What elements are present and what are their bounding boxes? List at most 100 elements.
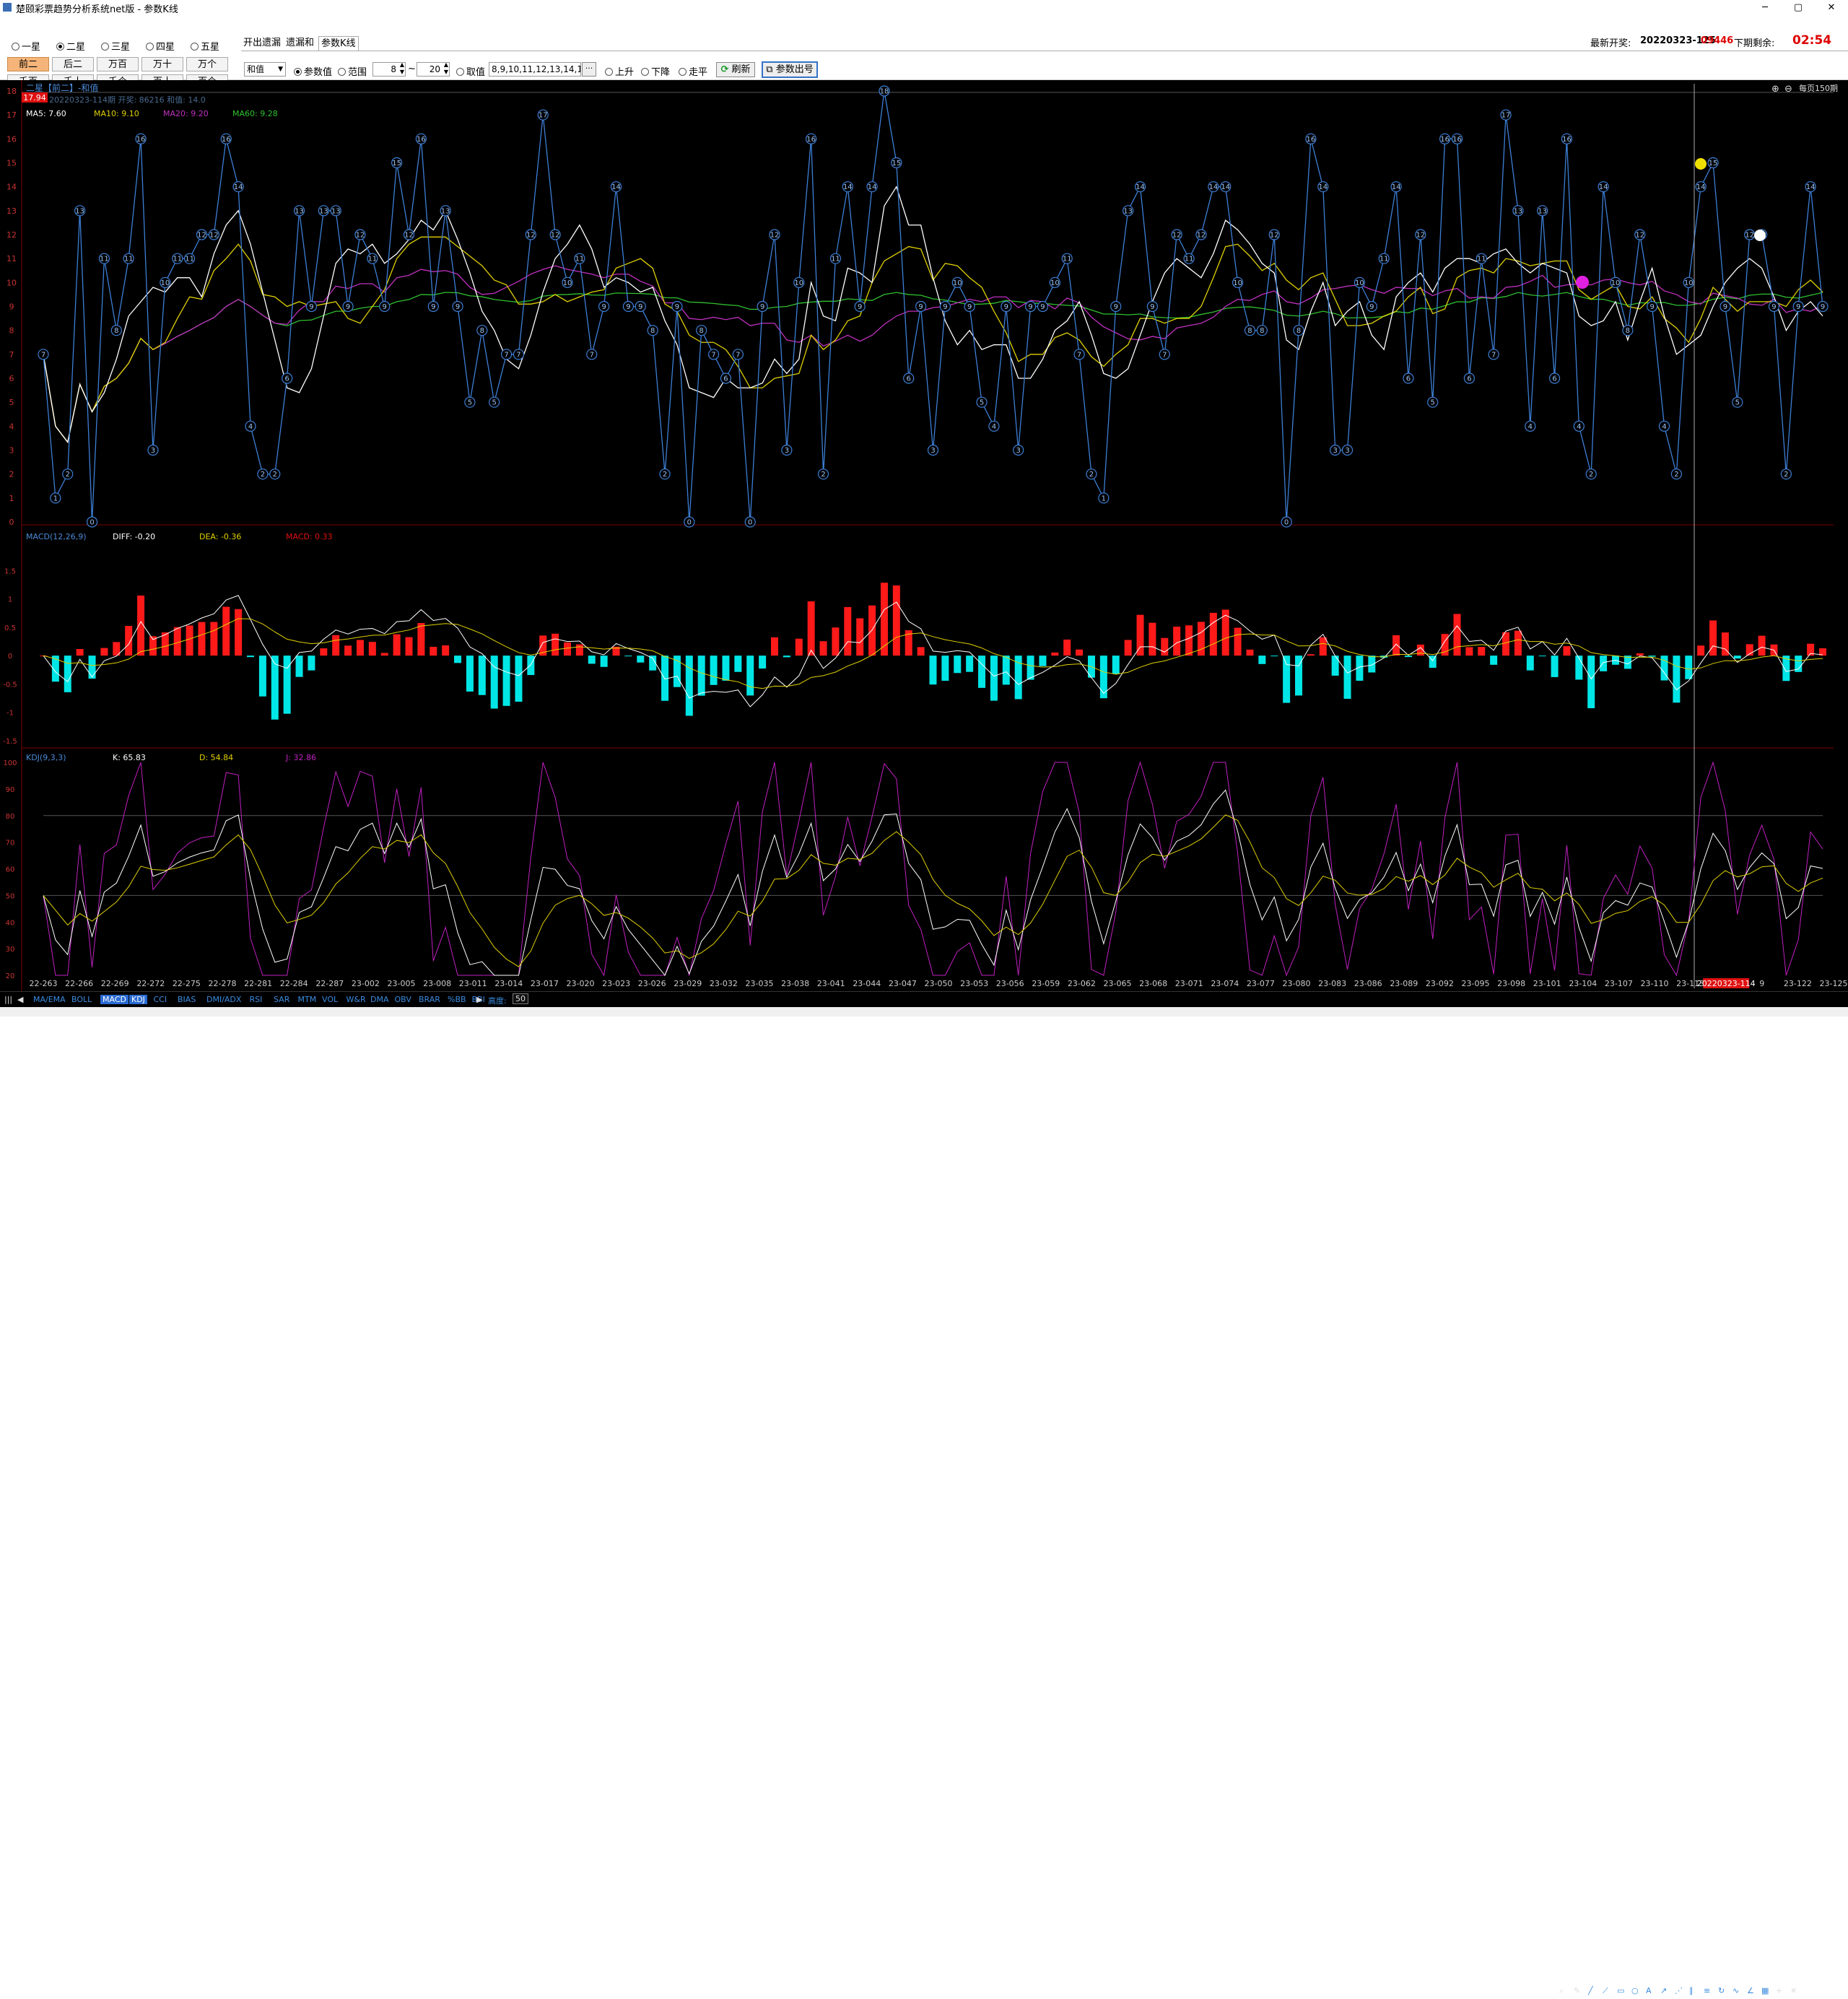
indicator-tab[interactable]: MACD bbox=[100, 995, 128, 1004]
kdj-tick-label: 60 bbox=[6, 866, 15, 874]
tab-missing-sum[interactable]: 遗漏和 bbox=[284, 36, 316, 51]
position-button[interactable]: 前二 bbox=[7, 57, 49, 71]
data-point-label: 5 bbox=[1735, 399, 1740, 407]
grid-icon[interactable]: ▦ bbox=[1761, 1986, 1769, 1995]
data-point-label: 9 bbox=[1028, 303, 1032, 311]
indicator-tab[interactable]: BRAR bbox=[419, 995, 440, 1004]
radio-param-value[interactable]: 参数值 bbox=[294, 64, 332, 78]
indicator-tab[interactable]: VOL bbox=[322, 995, 338, 1004]
y-tick-label: 0 bbox=[9, 518, 14, 527]
star-radio-4[interactable]: 四星 bbox=[146, 39, 175, 53]
data-point-label: 16 bbox=[1562, 136, 1572, 144]
text-icon[interactable]: A bbox=[1646, 1986, 1652, 1995]
indicator-tab[interactable]: DMI/ADX bbox=[206, 995, 241, 1004]
indicator-tab[interactable]: RSI bbox=[250, 995, 263, 1004]
macd-bar bbox=[966, 656, 974, 672]
tab-param-kline[interactable]: 参数K线 bbox=[318, 36, 359, 51]
search-icon[interactable]: ⌕ bbox=[1559, 1986, 1564, 1996]
data-point-label: 14 bbox=[868, 183, 877, 191]
channel-icon[interactable]: ∥ bbox=[1689, 1986, 1694, 1995]
right-arrow-icon[interactable]: ▶ bbox=[476, 995, 482, 1004]
range-to-stepper[interactable]: 20 ▲ ▼ bbox=[417, 61, 450, 77]
tab-missing[interactable]: 开出遗漏 bbox=[241, 36, 283, 51]
x-tick-label: 23-125 bbox=[1820, 979, 1848, 988]
macd-bar bbox=[454, 656, 462, 663]
kline-chart[interactable]: 0 1 2 3 4 5 6 7 8 9 10 11 12 13 14 15 16 17 18 7 1 2 13 0 11 8 11 1… bbox=[0, 80, 1848, 991]
data-point-label: 14 bbox=[234, 183, 243, 191]
data-point-label: 9 bbox=[1150, 303, 1154, 311]
star-radio-1[interactable]: 一星 bbox=[12, 39, 40, 53]
indicator-tab[interactable]: BOLL bbox=[71, 995, 92, 1004]
refresh-button[interactable]: ⟳ 刷新 bbox=[716, 62, 755, 77]
ray-icon[interactable]: ⟋ bbox=[1603, 1986, 1608, 1996]
kdj-tick-label: 50 bbox=[6, 892, 15, 900]
star-radio-2[interactable]: 二星 bbox=[56, 39, 85, 53]
indicator-tab[interactable]: MTM bbox=[298, 995, 317, 1004]
indicator-tab[interactable]: DMA bbox=[370, 995, 389, 1004]
position-button[interactable]: 万个 bbox=[186, 57, 228, 71]
indicator-tab[interactable]: OBV bbox=[395, 995, 411, 1004]
delete-icon[interactable]: ✕ bbox=[1790, 1986, 1797, 1995]
x-tick-label: 23-062 bbox=[1068, 979, 1096, 988]
star-label: 一星 bbox=[22, 42, 41, 53]
position-button[interactable]: 后二 bbox=[52, 57, 94, 71]
indicator-tab[interactable]: CCI bbox=[154, 995, 167, 1004]
indicator-tab[interactable]: W&R bbox=[346, 995, 366, 1004]
star-radio-3[interactable]: 三星 bbox=[101, 39, 130, 53]
data-point-label: 5 bbox=[1431, 399, 1435, 407]
close-button[interactable]: ✕ bbox=[1815, 0, 1848, 15]
cross-icon[interactable]: + bbox=[1776, 1986, 1782, 1995]
indicator-tab[interactable]: BIAS bbox=[178, 995, 196, 1004]
arrow-icon[interactable]: ↗ bbox=[1660, 1986, 1667, 1995]
radio-values[interactable]: 取值 bbox=[456, 64, 485, 78]
macd-bar bbox=[807, 601, 815, 656]
indicator-tab[interactable]: SAR bbox=[274, 995, 289, 1004]
kdj-tick-label: 20 bbox=[6, 972, 15, 980]
x-tick-label: 23-080 bbox=[1283, 979, 1311, 988]
position-button[interactable]: 万十 bbox=[141, 57, 183, 71]
radio-flat[interactable]: 走平 bbox=[679, 64, 707, 78]
maximize-button[interactable]: ▢ bbox=[1782, 0, 1815, 15]
j-label: J: 32.86 bbox=[285, 753, 316, 762]
rect-icon[interactable]: ▭ bbox=[1617, 1986, 1624, 1995]
title-bar: 楚颐彩票趋势分析系统net版 - 参数K线 ─ ▢ ✕ bbox=[0, 0, 1848, 15]
pencil-icon[interactable]: ✎ bbox=[1574, 1986, 1580, 1995]
height-input[interactable]: 50 bbox=[513, 993, 528, 1004]
values-input[interactable]: 8,9,10,11,12,13,14,15,16 bbox=[489, 62, 581, 77]
x-tick-label: 23-023 bbox=[602, 979, 630, 988]
indicator-tab[interactable]: MA/EMA bbox=[33, 995, 66, 1004]
page-size-label: 每页150期 bbox=[1799, 83, 1838, 93]
cycle-icon[interactable]: ↻ bbox=[1718, 1986, 1725, 1995]
indicator-tab[interactable]: KDJ bbox=[129, 995, 147, 1004]
circle-icon[interactable]: ○ bbox=[1631, 1986, 1639, 1995]
y-tick-label: 2 bbox=[9, 470, 14, 479]
chart-svg[interactable]: 0123456789101112131415161718712130118111… bbox=[0, 80, 1848, 991]
radio-down[interactable]: 下降 bbox=[641, 64, 670, 78]
fib-icon[interactable]: ≡ bbox=[1704, 1986, 1710, 1995]
param-output-button[interactable]: ⧉ 参数出号 bbox=[762, 61, 818, 78]
position-button[interactable]: 万百 bbox=[97, 57, 139, 71]
macd-bar bbox=[1697, 645, 1705, 656]
radio-range[interactable]: 范围 bbox=[338, 64, 367, 78]
indicator-tab[interactable]: %BB bbox=[448, 995, 466, 1004]
wave-icon[interactable]: ∿ bbox=[1732, 1986, 1739, 1995]
data-point-label: 9 bbox=[943, 303, 947, 311]
macd-bar bbox=[1149, 622, 1156, 656]
macd-bar bbox=[222, 606, 230, 656]
star-radio-5[interactable]: 五星 bbox=[191, 39, 219, 53]
data-point-label: 11 bbox=[575, 256, 585, 264]
radio-up[interactable]: 上升 bbox=[605, 64, 634, 78]
minimize-button[interactable]: ─ bbox=[1748, 0, 1782, 15]
fan-icon[interactable]: ⋰ bbox=[1675, 1986, 1683, 1995]
data-point-label: 6 bbox=[284, 375, 289, 383]
angle-icon[interactable]: ∠ bbox=[1747, 1986, 1754, 1995]
range-from-stepper[interactable]: 8 ▲ ▼ bbox=[372, 61, 406, 77]
values-more-button[interactable]: ··· bbox=[582, 62, 596, 77]
param-select[interactable]: 和值 ▼ bbox=[244, 62, 286, 77]
left-arrow-icon[interactable]: ◀ bbox=[17, 995, 23, 1004]
macd-bar bbox=[552, 633, 559, 656]
x-tick-label: 23-041 bbox=[817, 979, 845, 988]
line-icon[interactable]: ╱ bbox=[1588, 1986, 1593, 1995]
macd-bar bbox=[502, 656, 510, 706]
data-point-label: 9 bbox=[967, 303, 972, 311]
